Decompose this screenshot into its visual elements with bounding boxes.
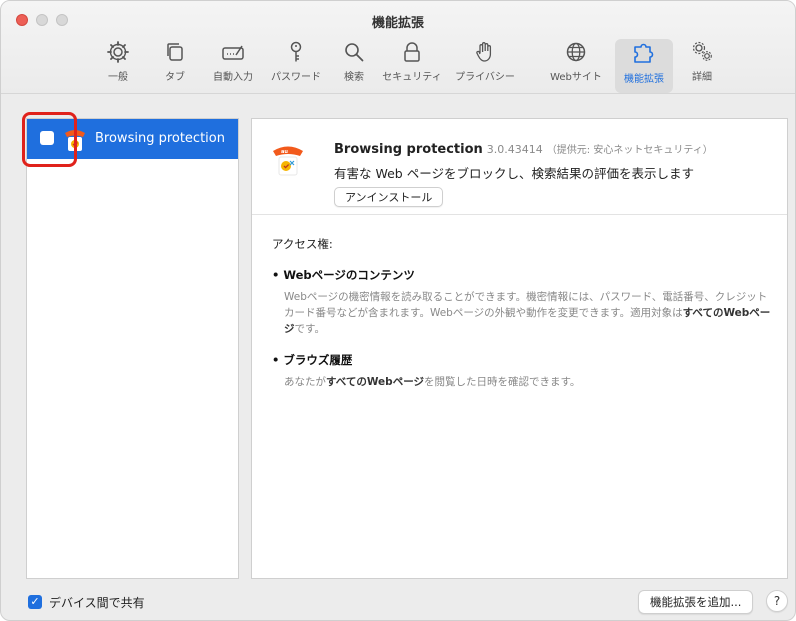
browsing-protection-icon <box>63 125 87 153</box>
tab-label: パスワード <box>271 72 321 83</box>
autofill-icon <box>216 37 250 67</box>
help-button[interactable]: ? <box>766 590 788 612</box>
permission-browsing-history: ブラウズ履歴 あなたがすべてのWebページを閲覧した日時を確認できます。 <box>272 352 772 390</box>
extension-enable-checkbox[interactable] <box>40 131 54 145</box>
lock-icon <box>395 37 429 67</box>
extension-list-item-label: Browsing protection <box>95 131 225 146</box>
window-title: 機能拡張 <box>371 16 424 31</box>
extension-title: Browsing protection 3.0.43414 （提供元: 安心ネットセ… <box>334 141 713 157</box>
toolbar: 機能拡張 一般 タブ 自動入力 パスワード 検索 セキュリティ プライバシー W… <box>1 1 795 94</box>
key-icon <box>279 37 313 67</box>
add-extension-button[interactable]: 機能拡張を追加... <box>638 590 754 614</box>
tab-extensions[interactable]: 機能拡張 <box>615 39 673 93</box>
preferences-tabs: 一般 タブ 自動入力 パスワード 検索 セキュリティ プライバシー Webサイト… <box>1 37 795 93</box>
extension-detail: au Browsing protection 3.0.43414 （提供元: 安心ネ… <box>251 118 788 579</box>
tab-label: セキュリティ <box>382 72 442 83</box>
share-across-devices-label: デバイス間で共有 <box>49 596 145 610</box>
browsing-protection-icon: au <box>272 141 304 177</box>
preferences-window: 機能拡張 一般 タブ 自動入力 パスワード 検索 セキュリティ プライバシー W… <box>0 0 796 621</box>
extension-version: 3.0.43414 <box>486 143 543 156</box>
tab-advanced[interactable]: 詳細 <box>685 37 719 91</box>
tab-general[interactable]: 一般 <box>101 37 135 91</box>
extension-provider: （提供元: 安心ネットセキュリティ） <box>546 145 713 156</box>
extension-header: au Browsing protection 3.0.43414 （提供元: 安心ネ… <box>252 119 787 215</box>
tab-tabs[interactable]: タブ <box>158 37 192 91</box>
hand-icon <box>468 37 502 67</box>
puzzle-icon <box>627 39 661 69</box>
tab-label: 一般 <box>108 72 128 83</box>
permissions-heading: アクセス権: <box>272 237 333 251</box>
tab-label: タブ <box>165 72 185 83</box>
tab-autofill[interactable]: 自動入力 <box>205 37 261 91</box>
search-icon <box>337 37 371 67</box>
tab-websites[interactable]: Webサイト <box>547 37 605 91</box>
permission-title: Webページのコンテンツ <box>272 267 772 283</box>
tab-passwords[interactable]: パスワード <box>266 37 326 91</box>
tab-label: 自動入力 <box>213 72 253 83</box>
uninstall-button[interactable]: アンインストール <box>334 187 444 207</box>
gear-icon <box>101 37 135 67</box>
extension-list-item[interactable]: Browsing protection <box>27 119 238 159</box>
tab-label: 検索 <box>344 72 364 83</box>
extension-list: Browsing protection <box>26 118 239 579</box>
svg-text:au: au <box>281 149 288 155</box>
permission-web-content: Webページのコンテンツ Webページの機密情報を読み取ることができます。機密情… <box>272 267 772 337</box>
gears-icon <box>685 37 719 67</box>
extension-name: Browsing protection <box>334 142 483 157</box>
tab-search[interactable]: 検索 <box>337 37 371 91</box>
tab-security[interactable]: セキュリティ <box>381 37 443 91</box>
tab-label: 機能拡張 <box>624 74 664 85</box>
extension-description: 有害な Web ページをブロックし、検索結果の評価を表示します <box>334 166 694 181</box>
tab-label: プライバシー <box>455 72 515 83</box>
tab-label: 詳細 <box>692 72 712 83</box>
globe-icon <box>559 37 593 67</box>
tab-privacy[interactable]: プライバシー <box>452 37 518 91</box>
permission-title: ブラウズ履歴 <box>272 352 772 368</box>
tab-label: Webサイト <box>550 72 602 83</box>
tabs-icon <box>158 37 192 67</box>
permission-description: Webページの機密情報を読み取ることができます。機密情報には、パスワード、電話番… <box>284 291 771 335</box>
permission-description: あなたがすべてのWebページを閲覧した日時を確認できます。 <box>284 376 581 388</box>
share-across-devices-checkbox[interactable]: ✓ <box>28 595 42 609</box>
